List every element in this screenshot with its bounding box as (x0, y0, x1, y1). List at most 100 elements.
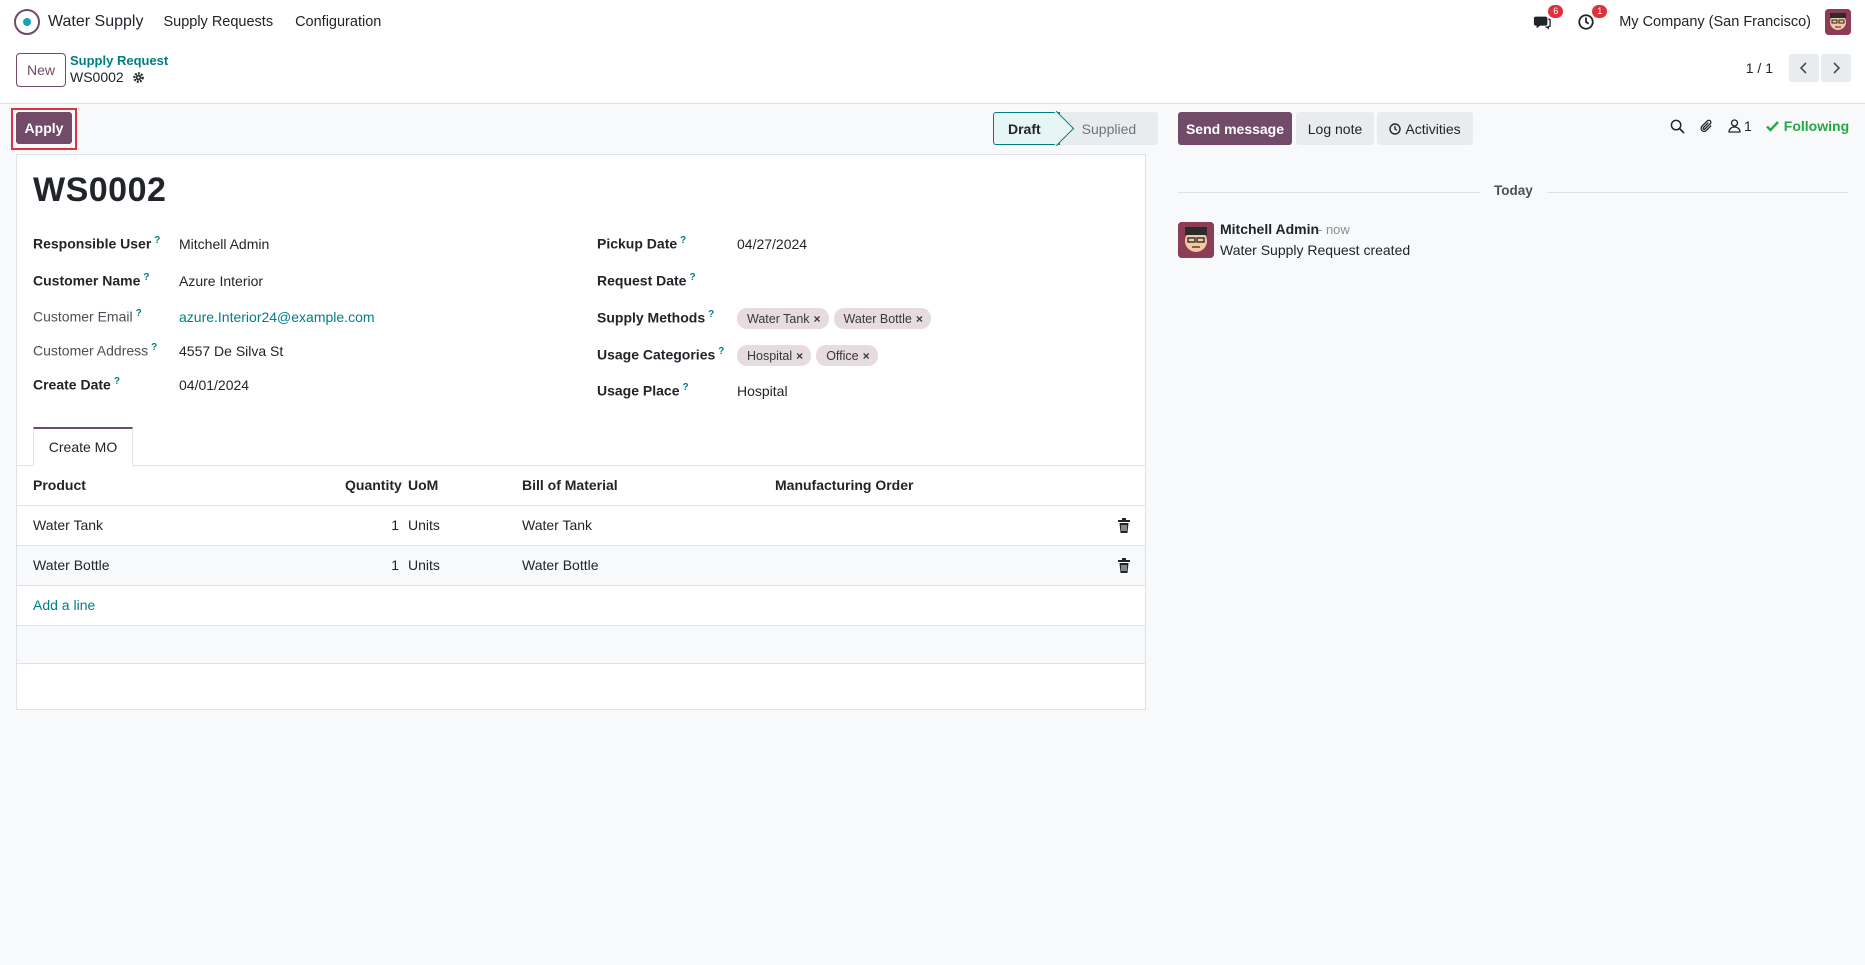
control-panel: New Supply Request WS0002 1 / 1 (0, 44, 1865, 104)
label-customer-email: Customer Email? (33, 308, 142, 325)
label-pickup-date: Pickup Date? (597, 235, 687, 252)
breadcrumb-current-label: WS0002 (70, 69, 124, 85)
tag-water-bottle[interactable]: Water Bottle × (833, 308, 931, 329)
log-note-button[interactable]: Log note (1296, 112, 1374, 145)
label-customer-address: Customer Address? (33, 342, 158, 359)
label-usage-place: Usage Place? (597, 382, 689, 399)
chevron-left-icon (1799, 62, 1807, 74)
search-icon[interactable] (1670, 119, 1685, 134)
stage-draft-label: Draft (1008, 120, 1041, 137)
gear-icon[interactable] (132, 71, 145, 84)
breadcrumb-current: WS0002 (70, 69, 145, 85)
remove-tag-icon[interactable]: × (796, 349, 803, 363)
new-button[interactable]: New (16, 53, 66, 87)
followers-count: 1 (1744, 118, 1752, 134)
activities-clock-icon[interactable]: 1 (1575, 5, 1608, 33)
table-row[interactable]: Water Tank 1 Units Water Tank (17, 506, 1145, 546)
messages-icon[interactable]: 6 (1531, 5, 1564, 33)
cell-quantity[interactable]: 1 (339, 517, 399, 533)
tag-office[interactable]: Office × (816, 345, 878, 366)
following-label: Following (1783, 118, 1850, 134)
user-icon (1728, 119, 1741, 133)
empty-row (17, 626, 1145, 664)
cell-product[interactable]: Water Tank (33, 517, 103, 533)
company-switcher[interactable]: My Company (San Francisco) (1619, 14, 1811, 30)
remove-tag-icon[interactable]: × (814, 312, 821, 326)
tag-hospital[interactable]: Hospital × (737, 345, 812, 366)
cell-uom[interactable]: Units (408, 517, 440, 533)
message-author[interactable]: Mitchell Admin (1220, 221, 1319, 237)
field-supply-methods[interactable]: Water Tank × Water Bottle × (737, 308, 936, 329)
messages-badge: 6 (1548, 5, 1564, 18)
add-a-line-link[interactable]: Add a line (33, 597, 95, 613)
app-name[interactable]: Water Supply (48, 13, 143, 31)
label-create-date: Create Date? (33, 376, 120, 393)
cell-product[interactable]: Water Bottle (33, 557, 110, 573)
record-title[interactable]: WS0002 (33, 171, 166, 210)
message-time: - now (1318, 222, 1350, 237)
trash-icon[interactable] (1117, 558, 1131, 574)
remove-tag-icon[interactable]: × (916, 312, 923, 326)
clock-icon (1389, 122, 1402, 135)
apply-button[interactable]: Apply (16, 112, 72, 144)
stage-draft[interactable]: Draft (993, 112, 1060, 145)
pager: 1 / 1 (1746, 54, 1851, 82)
field-customer-name[interactable]: Azure Interior (179, 273, 263, 289)
stage-supplied[interactable]: Supplied (1059, 112, 1158, 145)
tab-create-mo[interactable]: Create MO (33, 427, 133, 466)
field-create-date[interactable]: 04/01/2024 (179, 377, 249, 393)
mo-lines-table: Product Quantity UoM Bill of Material Ma… (17, 466, 1145, 664)
user-avatar[interactable] (1825, 9, 1851, 35)
table-row[interactable]: Water Bottle 1 Units Water Bottle (17, 546, 1145, 586)
stage-statusbar: Draft Supplied (993, 112, 1158, 145)
col-uom[interactable]: UoM (408, 477, 438, 493)
cell-quantity[interactable]: 1 (339, 557, 399, 573)
notebook-tabs: Create MO (17, 427, 1145, 466)
check-icon (1765, 121, 1779, 132)
stage-supplied-label: Supplied (1081, 120, 1137, 137)
trash-icon[interactable] (1117, 518, 1131, 534)
message-body: Water Supply Request created (1220, 242, 1411, 258)
field-responsible-user[interactable]: Mitchell Admin (179, 236, 269, 252)
paperclip-icon[interactable] (1699, 118, 1714, 134)
followers-button[interactable]: 1 (1728, 118, 1752, 134)
activities-label: Activities (1405, 120, 1461, 137)
send-message-button[interactable]: Send message (1178, 112, 1292, 145)
pager-next-button[interactable] (1821, 54, 1851, 82)
chevron-right-icon (1833, 62, 1841, 74)
pager-previous-button[interactable] (1789, 54, 1819, 82)
cell-bom[interactable]: Water Bottle (522, 557, 599, 573)
remove-tag-icon[interactable]: × (863, 349, 870, 363)
activities-badge: 1 (1592, 5, 1608, 18)
following-button[interactable]: Following (1765, 118, 1850, 134)
field-usage-categories[interactable]: Hospital × Office × (737, 345, 883, 366)
menu-configuration[interactable]: Configuration (295, 14, 381, 30)
col-bill-of-material[interactable]: Bill of Material (522, 477, 618, 493)
top-navbar: Water Supply Supply Requests Configurati… (0, 0, 1865, 44)
breadcrumb-parent[interactable]: Supply Request (70, 53, 168, 68)
menu-supply-requests[interactable]: Supply Requests (163, 14, 273, 30)
app-logo-icon[interactable] (14, 9, 40, 35)
cell-bom[interactable]: Water Tank (522, 517, 592, 533)
label-supply-methods: Supply Methods? (597, 309, 715, 326)
field-pickup-date[interactable]: 04/27/2024 (737, 236, 807, 252)
label-responsible-user: Responsible User? (33, 235, 161, 252)
form-sheet: WS0002 Responsible User? Mitchell Admin … (16, 154, 1146, 710)
add-line-row: Add a line (17, 586, 1145, 626)
label-customer-name: Customer Name? (33, 272, 150, 289)
pager-value[interactable]: 1 / 1 (1746, 60, 1773, 76)
date-separator: Today (1480, 183, 1547, 198)
field-customer-email[interactable]: azure.Interior24@example.com (179, 309, 375, 325)
label-request-date: Request Date? (597, 272, 696, 289)
tag-water-tank[interactable]: Water Tank × (737, 308, 829, 329)
field-usage-place[interactable]: Hospital (737, 383, 788, 399)
message-author-avatar[interactable] (1178, 222, 1214, 258)
cell-uom[interactable]: Units (408, 557, 440, 573)
table-header: Product Quantity UoM Bill of Material Ma… (17, 466, 1145, 506)
col-manufacturing-order[interactable]: Manufacturing Order (775, 477, 913, 493)
col-product[interactable]: Product (33, 477, 86, 493)
field-customer-address[interactable]: 4557 De Silva St (179, 343, 283, 359)
activities-button[interactable]: Activities (1377, 112, 1473, 145)
col-quantity[interactable]: Quantity (345, 477, 402, 493)
label-usage-categories: Usage Categories? (597, 346, 725, 363)
